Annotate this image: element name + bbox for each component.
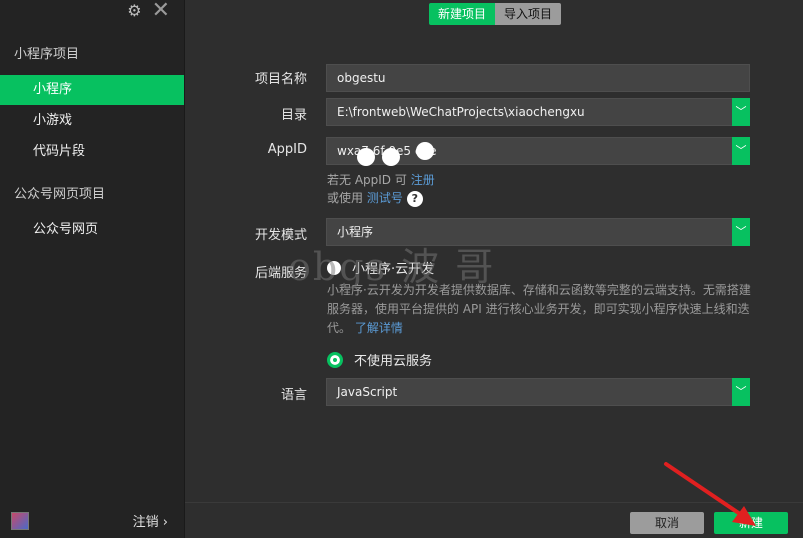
dev-mode-label: 开发模式	[254, 228, 307, 243]
arrow-annotation	[664, 462, 756, 526]
project-tabs: 新建项目 导入项目	[429, 3, 562, 25]
sidebar-item-miniprogram[interactable]: 小程序	[0, 75, 184, 105]
redaction-blob	[416, 142, 434, 160]
chevron-down-icon[interactable]: ﹀	[732, 137, 750, 165]
radio-cloud-dev[interactable]	[327, 260, 341, 275]
project-name-label: 项目名称	[254, 72, 307, 87]
cloud-dev-label: 小程序·云开发	[352, 262, 435, 277]
directory-value: E:\frontweb\WeChatProjects\xiaochengxu	[337, 105, 585, 119]
logout-button[interactable]: 注销 ›	[133, 511, 168, 530]
sidebar-item-code-snippet[interactable]: 代码片段	[0, 137, 184, 167]
sidebar-item-official-account-web[interactable]: 公众号网页	[0, 215, 184, 245]
test-account-link[interactable]: 测试号	[367, 191, 403, 205]
gear-icon[interactable]: ⚙	[127, 2, 141, 20]
learn-more-link[interactable]: 了解详情	[355, 321, 403, 335]
appid-hint-text: 若无 AppID 可	[327, 173, 407, 187]
cloud-dev-description: 小程序·云开发为开发者提供数据库、存储和云函数等完整的云端支持。无需搭建服务器，…	[327, 281, 757, 338]
appid-label: AppID	[267, 142, 307, 157]
redaction-blob	[357, 148, 375, 166]
dev-mode-select[interactable]: 小程序 ﹀	[326, 218, 750, 246]
directory-select[interactable]: E:\frontweb\WeChatProjects\xiaochengxu ﹀	[326, 98, 750, 126]
language-label: 语言	[280, 388, 307, 403]
sidebar-item-minigame[interactable]: 小游戏	[0, 106, 184, 136]
chevron-down-icon[interactable]: ﹀	[732, 98, 750, 126]
tab-new-project[interactable]: 新建项目	[429, 3, 496, 25]
register-link[interactable]: 注册	[411, 173, 435, 187]
test-account-hint: 或使用 测试号?	[327, 189, 423, 207]
no-cloud-option[interactable]: 不使用云服务	[327, 350, 432, 369]
appid-register-hint: 若无 AppID 可 注册	[327, 171, 435, 188]
chevron-down-icon[interactable]: ﹀	[732, 378, 750, 406]
avatar[interactable]	[11, 512, 29, 530]
backend-label: 后端服务	[254, 266, 307, 281]
radio-no-cloud[interactable]	[327, 351, 343, 368]
sidebar: ⚙ ✕ 小程序项目 小程序 小游戏 代码片段 公众号网页项目 公众号网页 注销 …	[0, 0, 185, 538]
language-select[interactable]: JavaScript ﹀	[326, 378, 750, 406]
project-name-input[interactable]: obgestu	[326, 64, 750, 92]
chevron-down-icon[interactable]: ﹀	[732, 218, 750, 246]
sidebar-toolbar: ⚙ ✕	[127, 0, 170, 22]
help-icon[interactable]: ?	[406, 190, 423, 207]
redaction-blob	[382, 148, 400, 166]
dev-mode-value: 小程序	[337, 225, 374, 239]
sidebar-footer: 注销 ›	[0, 506, 184, 538]
language-value: JavaScript	[337, 385, 398, 399]
cloud-dev-option[interactable]: 小程序·云开发	[327, 258, 434, 277]
no-cloud-label: 不使用云服务	[354, 354, 433, 369]
section-title-miniprogram: 小程序项目	[14, 47, 80, 62]
test-hint-text: 或使用	[327, 191, 364, 205]
directory-label: 目录	[280, 108, 307, 123]
section-title-official-account: 公众号网页项目	[14, 187, 106, 202]
tab-import-project[interactable]: 导入项目	[495, 3, 562, 25]
close-icon[interactable]: ✕	[152, 0, 170, 22]
